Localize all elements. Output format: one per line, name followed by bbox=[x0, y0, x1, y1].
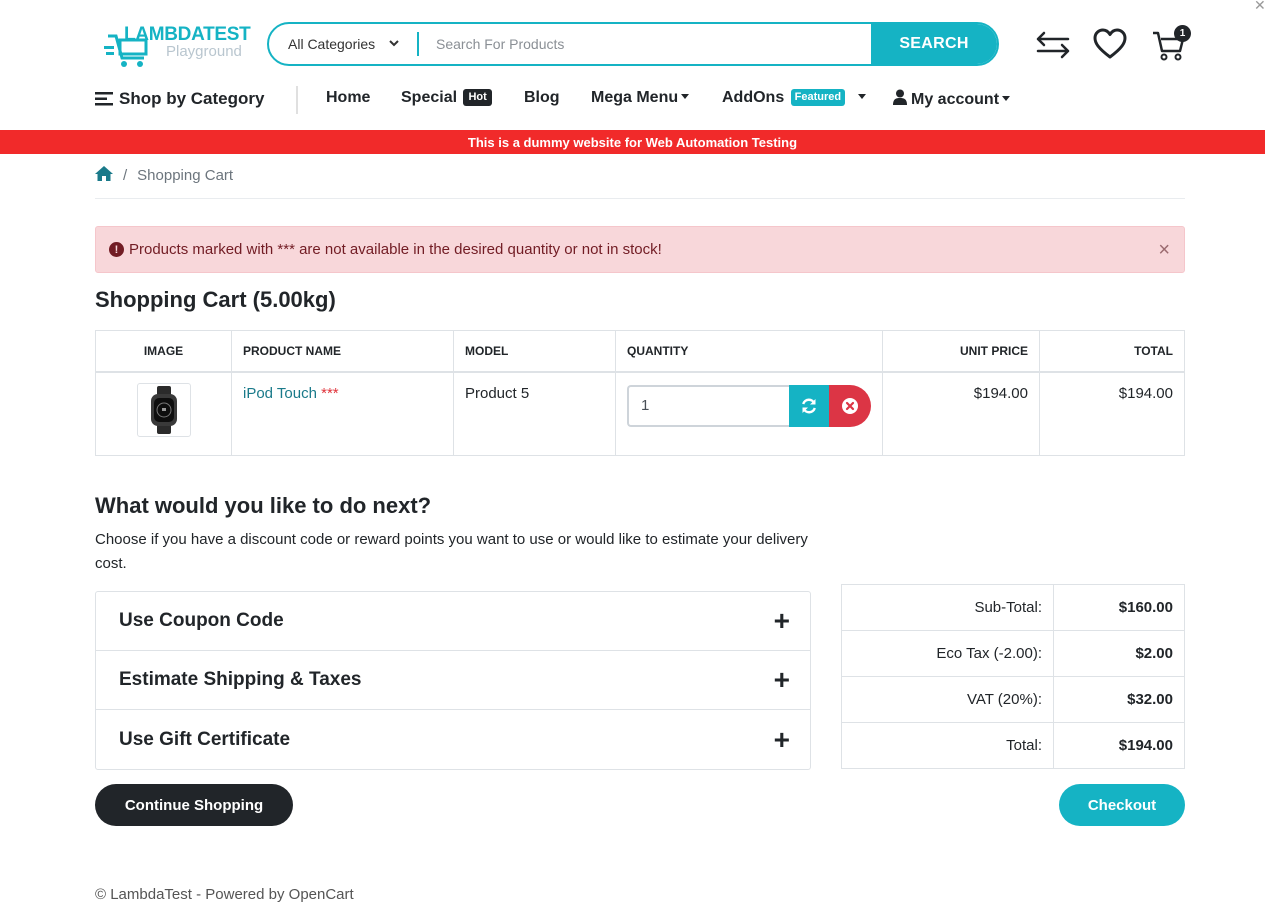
next-steps-title: What would you like to do next? bbox=[95, 493, 432, 518]
totals-row: Sub-Total: $160.00 bbox=[841, 584, 1185, 631]
options-accordion: Use Coupon Code + Estimate Shipping & Ta… bbox=[95, 591, 811, 770]
cart-table: IMAGE PRODUCT NAME MODEL QUANTITY UNIT P… bbox=[95, 330, 1185, 456]
column-header-total: TOTAL bbox=[1039, 330, 1185, 373]
quantity-input[interactable] bbox=[627, 384, 789, 427]
compare-icon[interactable] bbox=[1034, 30, 1072, 65]
nav-my-account-label: My account bbox=[911, 91, 1000, 108]
subtotal-label: Sub-Total: bbox=[841, 584, 1054, 631]
totals-row: Eco Tax (-2.00): $2.00 bbox=[841, 630, 1185, 677]
product-name-cell: iPod Touch *** bbox=[231, 371, 454, 456]
gift-certificate-label: Use Gift Certificate bbox=[119, 728, 291, 750]
caret-down-icon bbox=[1002, 96, 1011, 101]
stock-warning-alert: ! Products marked with *** are not avail… bbox=[95, 226, 1185, 273]
alert-message: Products marked with *** are not availab… bbox=[129, 241, 662, 258]
plus-icon: + bbox=[773, 664, 790, 695]
wishlist-heart-icon[interactable] bbox=[1092, 28, 1128, 65]
total-value: $194.00 bbox=[1053, 722, 1185, 769]
search-input[interactable] bbox=[419, 24, 871, 64]
alert-close-button[interactable]: × bbox=[1158, 239, 1170, 262]
order-totals-table: Sub-Total: $160.00 Eco Tax (-2.00): $2.0… bbox=[841, 584, 1185, 769]
product-name-link[interactable]: iPod Touch bbox=[243, 385, 317, 402]
quantity-cell bbox=[615, 371, 883, 456]
featured-badge: Featured bbox=[790, 89, 846, 106]
exclamation-circle-icon: ! bbox=[109, 242, 124, 257]
table-row: iPod Touch *** Product 5 1 $194.00 $194.… bbox=[95, 371, 1185, 456]
category-select[interactable]: All Categories bbox=[269, 24, 417, 64]
corner-close-icon[interactable]: ✕ bbox=[1254, 0, 1265, 14]
update-quantity-button[interactable] bbox=[789, 384, 829, 427]
nav-divider bbox=[296, 86, 298, 114]
page-title: Shopping Cart (5.00kg) bbox=[95, 287, 336, 312]
divider bbox=[95, 198, 1185, 199]
table-header-row: IMAGE PRODUCT NAME MODEL QUANTITY UNIT P… bbox=[95, 330, 1185, 373]
column-header-model: MODEL bbox=[453, 330, 616, 373]
search-bar: All Categories SEARCH bbox=[267, 22, 999, 66]
hot-badge: Hot bbox=[463, 89, 492, 106]
eco-tax-value: $2.00 bbox=[1053, 630, 1185, 677]
next-steps-description: Choose if you have a discount code or re… bbox=[95, 531, 808, 572]
plus-icon: + bbox=[773, 605, 790, 636]
line-total: $194.00 bbox=[1039, 371, 1185, 456]
nav-mega-menu-label: Mega Menu bbox=[591, 89, 679, 106]
out-of-stock-marker: *** bbox=[321, 384, 339, 402]
breadcrumb: / Shopping Cart bbox=[95, 166, 233, 185]
cart-count-badge: 1 bbox=[1174, 25, 1191, 42]
home-icon[interactable] bbox=[95, 166, 113, 185]
logo-subtitle: Playground bbox=[166, 43, 242, 60]
estimate-shipping-label: Estimate Shipping & Taxes bbox=[119, 669, 362, 690]
nav-addons[interactable]: AddOns Featured bbox=[722, 89, 866, 107]
column-header-image: IMAGE bbox=[95, 330, 232, 373]
column-header-product-name: PRODUCT NAME bbox=[231, 330, 454, 373]
subtotal-value: $160.00 bbox=[1053, 584, 1185, 631]
totals-row: Total: $194.00 bbox=[841, 722, 1185, 769]
nav-blog[interactable]: Blog bbox=[524, 89, 560, 107]
unit-price: $194.00 bbox=[882, 371, 1040, 456]
eco-tax-label: Eco Tax (-2.00): bbox=[841, 630, 1054, 677]
continue-shopping-button[interactable]: Continue Shopping bbox=[95, 784, 293, 826]
times-circle-icon bbox=[842, 397, 858, 414]
smartwatch-image bbox=[150, 385, 177, 434]
nav-special[interactable]: Special Hot bbox=[401, 89, 492, 107]
nav-special-label: Special bbox=[401, 89, 458, 106]
vat-label: VAT (20%): bbox=[841, 676, 1054, 723]
remove-item-button[interactable] bbox=[829, 384, 871, 427]
gift-certificate-toggle[interactable]: Use Gift Certificate + bbox=[96, 710, 810, 769]
notice-banner: This is a dummy website for Web Automati… bbox=[0, 130, 1265, 154]
footer-copyright: © LambdaTest - Powered by OpenCart bbox=[95, 886, 354, 903]
nav-addons-label: AddOns bbox=[722, 89, 785, 106]
column-header-unit-price: UNIT PRICE bbox=[882, 330, 1040, 373]
chevron-down-icon bbox=[389, 40, 399, 47]
refresh-icon bbox=[802, 398, 816, 413]
coupon-code-label: Use Coupon Code bbox=[119, 610, 284, 631]
product-image-cell bbox=[95, 371, 232, 456]
search-button[interactable]: SEARCH bbox=[871, 24, 997, 64]
total-label: Total: bbox=[841, 722, 1054, 769]
column-header-quantity: QUANTITY bbox=[615, 330, 883, 373]
caret-down-icon bbox=[857, 94, 866, 99]
vat-value: $32.00 bbox=[1053, 676, 1185, 723]
product-thumbnail[interactable] bbox=[136, 382, 191, 437]
breadcrumb-current: Shopping Cart bbox=[137, 167, 234, 184]
totals-row: VAT (20%): $32.00 bbox=[841, 676, 1185, 723]
nav-mega-menu[interactable]: Mega Menu bbox=[591, 89, 690, 107]
shop-by-category-button[interactable]: Shop by Category bbox=[95, 89, 264, 111]
shop-by-category-label: Shop by Category bbox=[119, 89, 265, 108]
quantity-group bbox=[627, 384, 871, 427]
nav-home[interactable]: Home bbox=[326, 89, 370, 107]
coupon-code-toggle[interactable]: Use Coupon Code + bbox=[96, 592, 810, 651]
nav-my-account[interactable]: My account bbox=[893, 89, 1011, 110]
user-icon bbox=[893, 89, 907, 110]
category-select-label: All Categories bbox=[288, 36, 376, 52]
product-model: Product 5 bbox=[453, 371, 616, 456]
checkout-button[interactable]: Checkout bbox=[1059, 784, 1185, 826]
caret-down-icon bbox=[681, 94, 690, 99]
menu-icon bbox=[95, 91, 113, 111]
estimate-shipping-toggle[interactable]: Estimate Shipping & Taxes + bbox=[96, 651, 810, 710]
plus-icon: + bbox=[773, 723, 790, 755]
breadcrumb-separator: / bbox=[123, 167, 128, 184]
